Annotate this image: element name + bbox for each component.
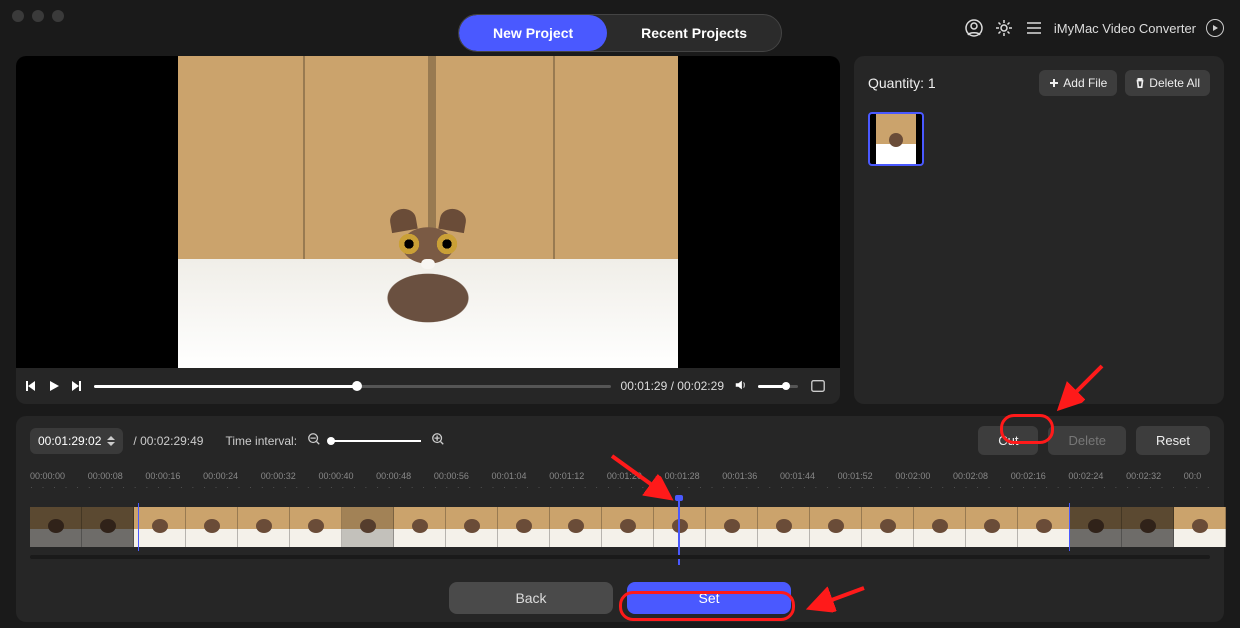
timeline-frame[interactable] bbox=[30, 507, 82, 547]
file-list-header: Quantity: 1 Add File Delete All bbox=[868, 70, 1210, 96]
ruler-tick: 00:00:16 bbox=[145, 471, 203, 481]
time-readout: 00:01:29 / 00:02:29 bbox=[621, 379, 724, 393]
ruler-tick: 00:02:32 bbox=[1126, 471, 1184, 481]
delete-all-button[interactable]: Delete All bbox=[1125, 70, 1210, 96]
quantity-label: Quantity: 1 bbox=[868, 75, 1031, 91]
ruler-tick: 00:01:36 bbox=[722, 471, 780, 481]
ruler-tick: 00:02:24 bbox=[1068, 471, 1126, 481]
timeline-frame[interactable] bbox=[1122, 507, 1174, 547]
upper-row: 00:01:29 / 00:02:29 Quantity: 1 Add File bbox=[16, 56, 1224, 404]
ruler-tick: 00:00:48 bbox=[376, 471, 434, 481]
timeline-strip[interactable] bbox=[30, 497, 1210, 559]
account-icon[interactable] bbox=[964, 18, 984, 38]
duration-label: / 00:02:29:49 bbox=[133, 434, 203, 448]
zoom-out-icon[interactable] bbox=[307, 432, 321, 449]
prev-button[interactable] bbox=[28, 380, 40, 392]
time-ruler[interactable]: 00:00:0000:00:0800:00:1600:00:2400:00:32… bbox=[30, 467, 1210, 491]
app-play-icon[interactable] bbox=[1206, 19, 1224, 37]
timecode-spinner[interactable] bbox=[107, 436, 115, 446]
volume-icon[interactable] bbox=[734, 378, 748, 395]
reset-button[interactable]: Reset bbox=[1136, 426, 1210, 455]
tab-recent-projects[interactable]: Recent Projects bbox=[607, 15, 781, 51]
add-file-button[interactable]: Add File bbox=[1039, 70, 1117, 96]
clip-thumbnail[interactable] bbox=[868, 112, 924, 166]
ruler-tick: 00:00:32 bbox=[261, 471, 319, 481]
timeline-frame[interactable] bbox=[82, 507, 134, 547]
video-panel: 00:01:29 / 00:02:29 bbox=[16, 56, 840, 404]
top-right-tools: iMyMac Video Converter bbox=[964, 18, 1224, 38]
delete-button[interactable]: Delete bbox=[1048, 426, 1126, 455]
ruler-tick: 00:00:08 bbox=[88, 471, 146, 481]
ruler-tick: 00:02:08 bbox=[953, 471, 1011, 481]
gear-icon[interactable] bbox=[994, 18, 1014, 38]
ruler-tick: 00:01:12 bbox=[549, 471, 607, 481]
video-preview[interactable] bbox=[16, 56, 840, 368]
app-title: iMyMac Video Converter bbox=[1054, 21, 1196, 36]
ruler-tick: 00:00:40 bbox=[318, 471, 376, 481]
fullscreen-icon[interactable] bbox=[808, 376, 828, 396]
timeline-frame[interactable] bbox=[1070, 507, 1122, 547]
timeline-editor: 00:01:29:02 / 00:02:29:49 Time interval:… bbox=[16, 416, 1224, 622]
ruler-tick: 00:01:04 bbox=[492, 471, 550, 481]
next-button[interactable] bbox=[72, 380, 84, 392]
set-button[interactable]: Set bbox=[627, 582, 791, 614]
time-interval-label: Time interval: bbox=[225, 434, 297, 448]
selection-range[interactable] bbox=[138, 503, 1070, 551]
ruler-tick: 00:01:20 bbox=[607, 471, 665, 481]
volume-slider[interactable] bbox=[758, 385, 798, 388]
back-button[interactable]: Back bbox=[449, 582, 613, 614]
project-tabs: New Project Recent Projects bbox=[458, 14, 782, 52]
file-list-panel: Quantity: 1 Add File Delete All bbox=[854, 56, 1224, 404]
ruler-tick: 00:0 bbox=[1184, 471, 1210, 481]
ruler-tick: 00:02:00 bbox=[895, 471, 953, 481]
play-button[interactable] bbox=[50, 380, 62, 392]
cut-button[interactable]: Cut bbox=[978, 426, 1038, 455]
seek-slider[interactable] bbox=[94, 385, 611, 388]
time-interval-slider[interactable] bbox=[331, 440, 421, 442]
ruler-tick: 00:01:44 bbox=[780, 471, 838, 481]
ruler-tick: 00:01:28 bbox=[665, 471, 723, 481]
timeline-scrollbar[interactable] bbox=[30, 555, 1210, 559]
player-controls: 00:01:29 / 00:02:29 bbox=[16, 368, 840, 404]
footer-buttons: Back Set bbox=[16, 582, 1224, 614]
tab-new-project[interactable]: New Project bbox=[459, 15, 607, 51]
ruler-tick: 00:02:16 bbox=[1011, 471, 1069, 481]
main-content: 00:01:29 / 00:02:29 Quantity: 1 Add File bbox=[16, 56, 1224, 618]
timecode-input[interactable]: 00:01:29:02 bbox=[30, 428, 123, 454]
menu-icon[interactable] bbox=[1024, 18, 1044, 38]
ruler-tick: 00:00:56 bbox=[434, 471, 492, 481]
ruler-tick: 00:00:24 bbox=[203, 471, 261, 481]
video-image bbox=[178, 56, 678, 368]
ruler-tick: 00:00:00 bbox=[30, 471, 88, 481]
ruler-tick: 00:01:52 bbox=[838, 471, 896, 481]
zoom-in-icon[interactable] bbox=[431, 432, 445, 449]
thumbnail-area bbox=[868, 112, 1210, 166]
editor-toolbar: 00:01:29:02 / 00:02:29:49 Time interval:… bbox=[30, 426, 1210, 455]
editor-actions: Cut Delete Reset bbox=[978, 426, 1210, 455]
timeline-frame[interactable] bbox=[1174, 507, 1226, 547]
